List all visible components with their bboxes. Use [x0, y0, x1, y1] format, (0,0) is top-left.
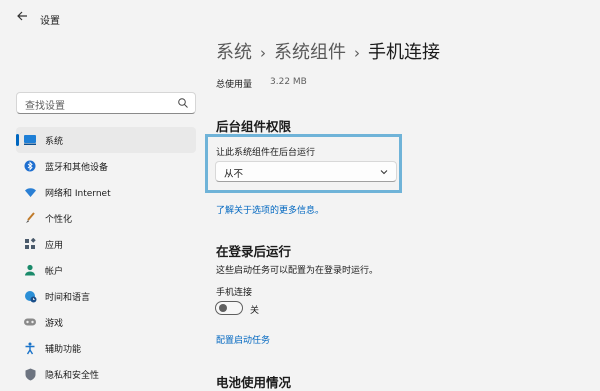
sidebar-item-label: 蓝牙和其他设备	[45, 163, 109, 173]
breadcrumb-separator: ›	[260, 44, 266, 62]
sidebar-item-label: 网络和 Internet	[45, 189, 111, 199]
system-icon	[23, 133, 37, 147]
breadcrumb: 系统 › 系统组件 › 手机连接	[216, 38, 440, 64]
apps-icon	[23, 237, 37, 251]
sidebar-item-label: 应用	[45, 241, 64, 251]
app-title: 设置	[40, 16, 60, 27]
account-icon	[23, 263, 37, 277]
sidebar-item-time-language[interactable]: 时间和语言	[16, 283, 196, 309]
sidebar-item-bluetooth[interactable]: 蓝牙和其他设备	[16, 153, 196, 179]
learn-more-link[interactable]: 了解关于选项的更多信息。	[216, 203, 324, 216]
sidebar-item-label: 帐户	[45, 267, 64, 277]
back-button[interactable]	[14, 10, 30, 26]
sidebar-item-label: 系统	[45, 137, 64, 147]
gamepad-icon	[23, 315, 37, 329]
shield-icon	[23, 367, 37, 381]
dropdown-selected-value: 从不	[224, 169, 244, 180]
sidebar-item-label: 个性化	[45, 215, 73, 225]
page-title: 手机连接	[368, 42, 440, 63]
search-placeholder: 查找设置	[25, 101, 65, 112]
sidebar-item-label: 游戏	[45, 319, 64, 329]
sidebar-item-privacy-security[interactable]: 隐私和安全性	[16, 361, 196, 387]
chevron-down-icon	[380, 170, 388, 175]
sidebar-item-label: 隐私和安全性	[45, 371, 100, 381]
breadcrumb-system[interactable]: 系统	[216, 42, 252, 63]
brush-icon	[23, 211, 37, 225]
sidebar-item-label: 时间和语言	[45, 293, 91, 303]
title-bar: 设置	[0, 0, 600, 36]
active-indicator	[16, 134, 19, 146]
sidebar-item-gaming[interactable]: 游戏	[16, 309, 196, 335]
background-permissions-title: 后台组件权限	[216, 119, 292, 134]
usage-value: 3.22 MB	[270, 77, 307, 87]
toggle-knob	[219, 304, 227, 312]
bluetooth-icon	[23, 159, 37, 173]
battery-usage-title: 电池使用情况	[216, 375, 292, 390]
search-icon[interactable]	[177, 97, 189, 109]
sidebar-item-personalization[interactable]: 个性化	[16, 205, 196, 231]
search-input[interactable]: 查找设置	[16, 92, 196, 114]
sidebar-item-apps[interactable]: 应用	[16, 231, 196, 257]
startup-task-label: 手机连接	[216, 288, 253, 298]
toggle-state-label: 关	[250, 306, 260, 316]
startup-toggle[interactable]	[215, 301, 243, 315]
globe-clock-icon	[23, 289, 37, 303]
back-arrow-icon	[17, 11, 27, 21]
background-permission-label: 让此系统组件在后台运行	[216, 148, 316, 158]
sidebar-item-network[interactable]: 网络和 Internet	[16, 179, 196, 205]
breadcrumb-separator: ›	[354, 44, 360, 62]
sidebar-item-accounts[interactable]: 帐户	[16, 257, 196, 283]
breadcrumb-system-components[interactable]: 系统组件	[274, 42, 346, 63]
sidebar-nav: 系统 蓝牙和其他设备 网络和 Internet 个性化 应用 帐户 时间和语言 …	[16, 127, 196, 387]
startup-description: 这些启动任务可以配置为在登录时运行。	[216, 266, 379, 276]
usage-label: 总使用量	[216, 80, 253, 90]
sidebar-item-accessibility[interactable]: 辅助功能	[16, 335, 196, 361]
sidebar-item-system[interactable]: 系统	[16, 127, 196, 153]
startup-title: 在登录后运行	[216, 244, 292, 259]
accessibility-icon	[23, 341, 37, 355]
wifi-icon	[23, 185, 37, 199]
sidebar-item-label: 辅助功能	[45, 345, 82, 355]
configure-startup-tasks-link[interactable]: 配置启动任务	[216, 333, 270, 346]
background-permission-dropdown[interactable]: 从不	[215, 161, 397, 182]
